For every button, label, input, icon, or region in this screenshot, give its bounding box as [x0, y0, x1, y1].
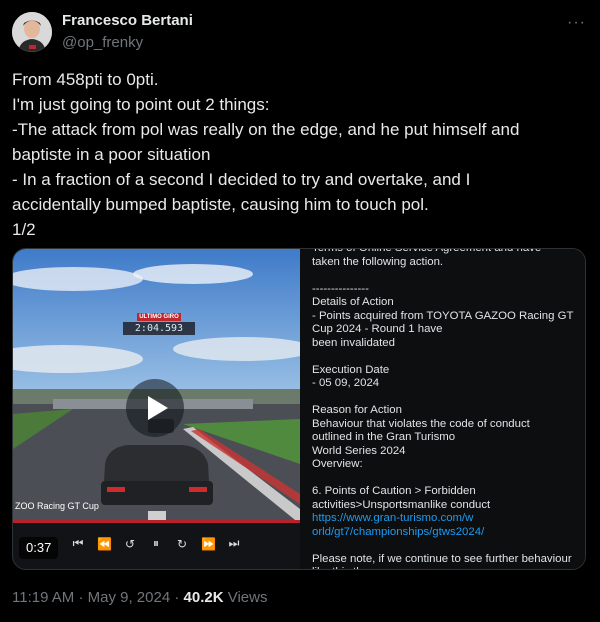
notice-line: like this then we [312, 566, 585, 569]
views-label: Views [227, 589, 268, 606]
tweet-line: -The attack from pol was really on the e… [12, 120, 520, 139]
notice-link[interactable]: orld/gt7/championships/gtws2024/ [312, 526, 585, 540]
notice-line: --------------- [312, 282, 369, 295]
more-options-icon[interactable]: ··· [567, 14, 586, 32]
notice-line: 6. Points of Caution > Forbidden [312, 485, 476, 497]
tweet-line: - In a fraction of a second I decided to… [12, 170, 471, 189]
cup-label: ZOO Racing GT Cup [15, 501, 99, 511]
meta-separator: · [78, 589, 84, 606]
notice-line: taken the following action. [312, 255, 444, 268]
lap-time-overlay: ULTIMO GIRO 2:04.593 [123, 313, 195, 335]
tweet-date[interactable]: May 9, 2024 [88, 589, 171, 606]
avatar[interactable] [12, 12, 52, 52]
notice-line: Cup 2024 - Round 1 have [312, 323, 443, 335]
notice-line [312, 539, 585, 553]
tweet-line: baptiste in a poor situation [12, 145, 211, 164]
play-icon[interactable] [126, 379, 184, 437]
notice-line: been invalidated [312, 336, 395, 349]
notice-line: - 05 09, 2024 [312, 377, 380, 389]
forward-icon: ↻ [176, 536, 188, 551]
video-controls: ⏮ ⏪ ↺ ⏸ ↻ ⏩ ⏭ [71, 536, 241, 551]
notice-screenshot: Terms of Online Service Agreement and ha… [300, 249, 585, 569]
lap-time: 2:04.593 [123, 322, 195, 335]
fast-forward-icon: ⏩ [201, 536, 216, 551]
notice-line [312, 472, 585, 486]
media-container: ULTIMO GIRO 2:04.593 ZOO Racing GT Cup 0… [12, 248, 586, 570]
rewind-icon: ⏪ [97, 536, 112, 551]
notice-line: - Points acquired from TOYOTA GAZOO Raci… [312, 309, 574, 322]
notice-line: Reason for Action [312, 404, 402, 416]
video-progress-bar[interactable] [13, 520, 300, 523]
notice-line: Behaviour that violates the code of cond… [312, 417, 530, 430]
notice-line [312, 350, 585, 364]
skip-next-icon: ⏭ [228, 536, 240, 550]
replay-icon: ↺ [124, 536, 136, 551]
meta-separator: · [174, 589, 180, 606]
notice-line: outlined in the Gran Turismo [312, 431, 456, 443]
tweet-time[interactable]: 11:19 AM [12, 589, 74, 606]
video-duration: 0:37 [19, 537, 59, 559]
notice-line: Please note, if we continue to see furth… [312, 552, 572, 565]
tweet-line: From 458pti to 0pti. [12, 70, 159, 89]
notice-link[interactable]: https://www.gran-turismo.com/w [312, 512, 585, 526]
notice-line: Execution Date [312, 363, 390, 376]
pause-icon: ⏸ [152, 536, 159, 550]
tweet: Francesco Bertani @op_frenky ··· From 45… [0, 0, 600, 622]
lap-label: ULTIMO GIRO [137, 313, 181, 321]
tweet-line: 1/2 [12, 220, 36, 239]
author-handle[interactable]: @op_frenky [62, 34, 143, 51]
views-count: 40.2K [183, 589, 224, 606]
notice-line: activities>Unsportsmanlike conduct [312, 498, 491, 511]
skip-back-icon: ⏮ [72, 536, 84, 550]
tweet-line: accidentally bumped baptiste, causing hi… [12, 195, 429, 214]
tweet-meta: 11:19 AM · May 9, 2024 · 40.2K Views [12, 589, 267, 606]
notice-line: Overview: [312, 458, 363, 470]
author-name[interactable]: Francesco Bertani [62, 12, 193, 29]
notice-line [312, 391, 585, 405]
notice-line: Details of Action [312, 296, 394, 308]
tweet-line: I'm just going to point out 2 things: [12, 95, 270, 114]
video-player[interactable]: ULTIMO GIRO 2:04.593 ZOO Racing GT Cup 0… [13, 249, 300, 569]
notice-line: World Series 2024 [312, 444, 406, 457]
notice-line [312, 269, 585, 283]
tweet-text: From 458pti to 0pti. I'm just going to p… [12, 67, 582, 242]
